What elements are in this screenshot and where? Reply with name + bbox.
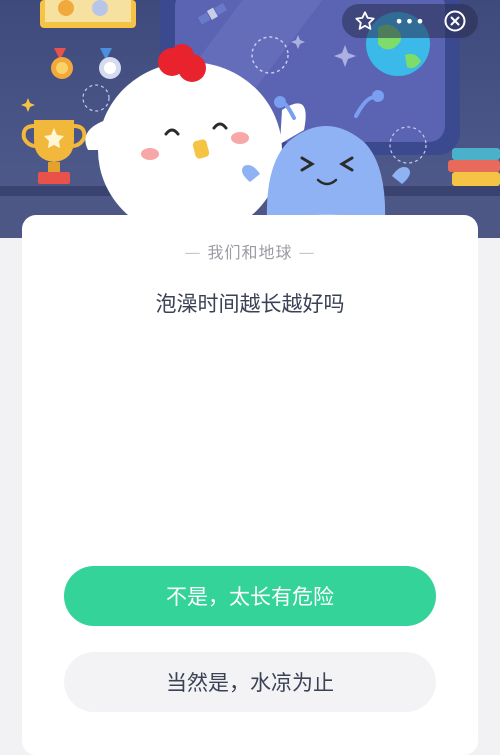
category-label: 我们和地球 (207, 243, 293, 262)
category-dash-left: — (184, 243, 202, 262)
close-circle-icon (444, 10, 466, 32)
quiz-category: — 我们和地球 — (22, 239, 478, 263)
answer-option-a-label: 不是，太长有危险 (166, 585, 334, 609)
trophy-decoration (21, 98, 87, 184)
question-text: 泡澡时间越长越好吗 (155, 292, 345, 316)
quiz-card: — 我们和地球 — 泡澡时间越长越好吗 不是，太长有危险 当然是，水凉为止 (22, 215, 478, 755)
header-banner: ••• (0, 0, 500, 238)
favorite-button[interactable] (347, 4, 383, 38)
answer-option-b[interactable]: 当然是，水凉为止 (64, 652, 436, 712)
mini-program-capsule: ••• (342, 4, 478, 38)
more-dots-icon: ••• (394, 11, 426, 31)
close-button[interactable] (437, 4, 473, 38)
answer-option-a[interactable]: 不是，太长有危险 (64, 566, 436, 626)
answer-option-b-label: 当然是，水凉为止 (166, 671, 334, 695)
more-button[interactable]: ••• (392, 4, 428, 38)
category-dash-right: — (298, 243, 316, 262)
star-outline-icon (355, 11, 375, 30)
